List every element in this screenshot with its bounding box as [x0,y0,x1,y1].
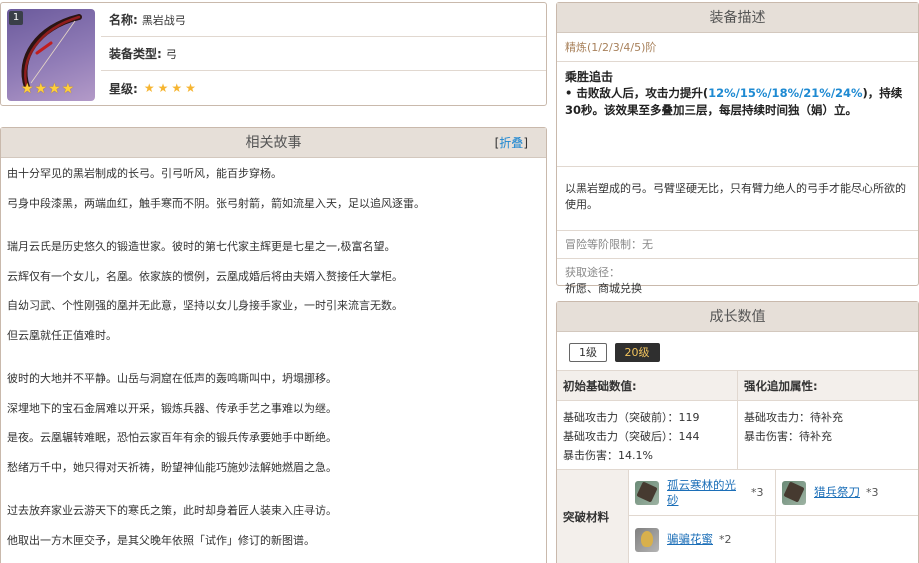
base-stat-line: 基础攻击力（突破后）：144 [563,430,700,443]
collapse-toggle[interactable]: [折叠] [495,128,528,158]
item-type: 弓 [165,47,177,61]
obtain-label: 获取途径： [565,266,620,279]
material-qty: *3 [866,486,879,499]
story-paragraph: 自幼习武、个性刚强的凰并无此意，坚持以女儿身接手家业，一时引来流言无数。 [7,299,403,312]
story-paragraph: 愁绪万千中，她只得对天祈祷，盼望神仙能巧施妙法解她燃眉之急。 [7,460,337,474]
star-icon: ★★★★ [143,81,199,95]
level-limit: 冒险等阶限制：无 [557,231,918,259]
material-link[interactable]: 猎兵祭刀 [814,485,860,500]
tab-level-20[interactable]: 20级 [614,343,660,362]
description-panel: 装备描述 精炼(1/2/3/4/5)阶 乘胜追击 • 击败敌人后，攻击力提升(1… [556,2,919,295]
skill-text: • 击败敌人后，攻击力提升(12%/15%/18%/21%/24%)，持续30秒… [565,86,903,117]
material-item: 骗骗花蜜 *2 [629,516,775,563]
ascension-materials: 突破材料 孤云寒林的光砂 *3 猎兵祭刀 *3 骗骗花蜜 *2 [557,470,918,563]
name-row: 名称: 黑岩战弓 [101,3,546,37]
bonus-stat-line: 暴击伤害：待补充 [744,430,832,443]
story-paragraph: 他取出一方木匣交予，是其父晚年依照「试作」修订的新图谱。 [7,533,315,547]
growth-panel: 成长数值 1级 20级 初始基础数值: 基础攻击力（突破前）：119 基础攻击力… [556,301,919,563]
base-stat-line: 基础攻击力（突破前）：119 [563,411,700,424]
growth-header: 成长数值 [557,302,918,332]
story-paragraph: 彼时的大地并不平静。山岳与洞窟在低声的轰鸣嘶叫中，坍塌挪移。 [7,372,337,385]
lore-text: 以黑岩塑成的弓。弓臂坚硬无比，只有臂力绝人的弓手才能尽心所欲的使用。 [557,167,918,231]
refine-level: 精炼(1/2/3/4/5)阶 [557,33,918,62]
material-item: 猎兵祭刀 *3 [775,470,918,516]
story-spacer [7,226,546,240]
material-link[interactable]: 孤云寒林的光砂 [667,478,745,508]
story-spacer [7,358,546,372]
material-item: 孤云寒林的光砂 *3 [629,470,775,516]
story-paragraph: 由十分罕见的黑岩制成的长弓。引弓听风，能百步穿杨。 [7,167,282,180]
bonus-stat-line: 基础攻击力：待补充 [744,411,843,424]
skill-values: 12%/15%/18%/21%/24% [708,86,863,100]
weapon-thumbnail: 1 ★★★★ [7,9,95,101]
base-stats-header: 初始基础数值: [557,371,737,401]
description-header: 装备描述 [557,3,918,33]
story-paragraph: 瑞月云氏是历史悠久的锻造世家。彼时的第七代家主辉更是七星之一,极富名望。 [7,240,396,253]
story-paragraph: 深埋地下的宝石金屑难以开采，锻炼兵器、传承手艺之事难以为继。 [7,401,337,415]
rarity-row: 星级: ★★★★ [101,71,546,105]
story-paragraph: 是夜。云凰辗转难眠，恐怕云家百年有余的锻兵传承要她手中断绝。 [7,431,337,444]
story-paragraph: 但云凰就任正值难时。 [7,328,117,342]
rarity-label: 星级: [109,81,138,96]
name-label: 名称: [109,13,138,27]
collapse-link[interactable]: 折叠 [499,136,523,150]
description-title: 装备描述 [709,10,766,26]
story-body: 由十分罕见的黑岩制成的长弓。引弓听风，能百步穿杨。弓身中段漆黑，两端血红，触手寒… [1,158,546,563]
story-header: 相关故事 [折叠] [1,128,546,158]
tab-level-1[interactable]: 1级 [569,343,607,362]
story-paragraph: 过去放弃家业云游天下的寒氏之策，此时却身着匠人装束入庄寻访。 [7,504,337,517]
skill-name: 乘胜追击 [565,70,614,84]
materials-label: 突破材料 [557,470,629,563]
story-title: 相关故事 [245,135,302,151]
item-name: 黑岩战弓 [141,13,186,27]
base-stats: 初始基础数值: 基础攻击力（突破前）：119 基础攻击力（突破后）：144 暴击… [557,371,737,469]
material-link[interactable]: 骗骗花蜜 [667,532,713,547]
material-empty-cell [775,516,918,563]
material-qty: *2 [719,533,732,546]
level-badge: 1 [9,11,23,25]
type-label: 装备类型: [109,47,162,61]
story-panel: 相关故事 [折叠] 由十分罕见的黑岩制成的长弓。引弓听风，能百步穿杨。弓身中段漆… [0,127,547,563]
rarity-stars-icon: ★★★★ [21,81,76,97]
sand-icon [635,480,659,505]
item-info-panel: 1 ★★★★ 名称: 黑岩战弓 装备类型: 弓 星级: ★★★★ [0,2,547,106]
growth-title: 成长数值 [709,309,766,325]
material-qty: *3 [751,486,764,499]
base-stat-line: 暴击伤害：14.1% [563,449,653,462]
type-row: 装备类型: 弓 [101,37,546,71]
skill-section: 乘胜追击 • 击败敌人后，攻击力提升(12%/15%/18%/21%/24%)，… [557,62,918,167]
bonus-stats: 强化追加属性: 基础攻击力：待补充 暴击伤害：待补充 [737,371,918,469]
obtain-section: 获取途径： 祈愿、商城兑换 [557,259,918,297]
story-paragraph: 弓身中段漆黑，两端血红，触手寒而不阴。张弓射箭，箭如流星入天，足以追风逐雷。 [7,196,425,210]
level-tabs: 1级 20级 [557,332,918,371]
nectar-icon [635,527,659,552]
bonus-stats-header: 强化追加属性: [738,371,918,401]
stat-columns: 初始基础数值: 基础攻击力（突破前）：119 基础攻击力（突破后）：144 暴击… [557,371,918,470]
ritual-blade-icon [782,480,806,505]
obtain-sources: 祈愿、商城兑换 [565,282,642,295]
story-spacer [7,490,546,504]
story-paragraph: 云辉仅有一个女儿，名凰。依家族的惯例，云凰成婚后将由夫婿入赘接任大掌柜。 [7,269,403,283]
